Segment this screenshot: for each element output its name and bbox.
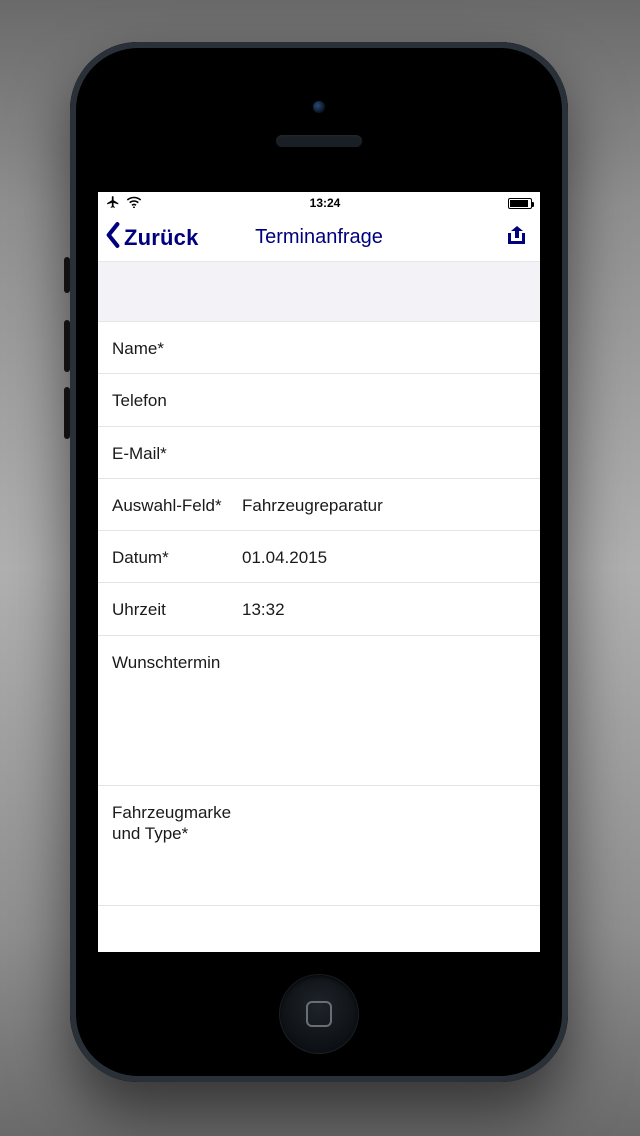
- name-field[interactable]: Name*: [98, 322, 540, 374]
- battery-fill: [510, 200, 528, 207]
- back-label: Zurück: [124, 225, 199, 251]
- back-button[interactable]: Zurück: [104, 222, 199, 253]
- speaker-slot: [275, 134, 363, 148]
- wunschtermin-input[interactable]: [242, 652, 526, 737]
- phone-device: 13:24 Zurück Terminanfrage Name*: [70, 42, 568, 1082]
- telefon-input[interactable]: [242, 390, 526, 411]
- phone-screen: 13:24 Zurück Terminanfrage Name*: [98, 192, 540, 952]
- auswahl-value[interactable]: Fahrzeugreparatur: [242, 495, 526, 516]
- battery-icon: [508, 198, 532, 209]
- telefon-field[interactable]: Telefon: [98, 374, 540, 426]
- datum-field[interactable]: Datum* 01.04.2015: [98, 531, 540, 583]
- front-camera: [312, 100, 326, 114]
- fahrzeug-field[interactable]: Fahrzeugmarke und Type*: [98, 786, 540, 906]
- airplane-mode-icon: [106, 195, 120, 212]
- email-field[interactable]: E-Mail*: [98, 427, 540, 479]
- home-button[interactable]: [279, 974, 359, 1054]
- uhrzeit-value[interactable]: 13:32: [242, 599, 526, 620]
- wunschtermin-field[interactable]: Wunschtermin: [98, 636, 540, 786]
- uhrzeit-field[interactable]: Uhrzeit 13:32: [98, 583, 540, 635]
- auswahl-field[interactable]: Auswahl-Feld* Fahrzeugreparatur: [98, 479, 540, 531]
- name-label: Name*: [112, 338, 242, 359]
- fahrzeug-label: Fahrzeugmarke und Type*: [112, 802, 242, 845]
- uhrzeit-label: Uhrzeit: [112, 599, 242, 620]
- name-input[interactable]: [242, 338, 526, 359]
- navigation-bar: Zurück Terminanfrage: [98, 214, 540, 262]
- email-input[interactable]: [242, 443, 526, 464]
- side-button-volume-down: [64, 387, 70, 439]
- home-square-icon: [306, 1001, 332, 1027]
- auswahl-label: Auswahl-Feld*: [112, 495, 242, 516]
- datum-value[interactable]: 01.04.2015: [242, 547, 526, 568]
- chevron-left-icon: [104, 222, 122, 253]
- wunschtermin-label: Wunschtermin: [112, 652, 242, 673]
- share-button[interactable]: [504, 224, 528, 251]
- header-spacer: [98, 262, 540, 322]
- side-button-mute: [64, 257, 70, 293]
- appointment-form: Name* Telefon E-Mail* Auswahl-Feld* Fahr…: [98, 322, 540, 906]
- datum-label: Datum*: [112, 547, 242, 568]
- telefon-label: Telefon: [112, 390, 242, 411]
- fahrzeug-input[interactable]: [242, 802, 526, 866]
- status-time: 13:24: [310, 196, 341, 210]
- email-label: E-Mail*: [112, 443, 242, 464]
- status-bar: 13:24: [98, 192, 540, 214]
- side-button-volume-up: [64, 320, 70, 372]
- wifi-icon: [126, 196, 142, 211]
